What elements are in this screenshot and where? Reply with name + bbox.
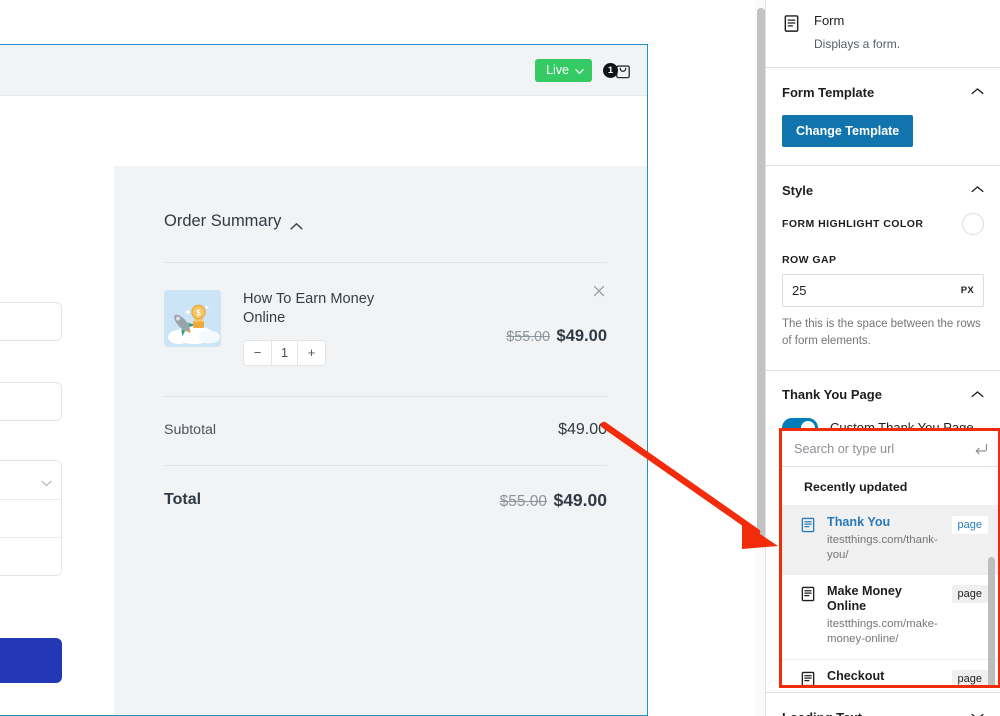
total-pricing: $55.00 $49.00 (500, 490, 607, 511)
cart-count-badge: 1 (603, 63, 618, 78)
chevron-up-icon[interactable] (971, 83, 984, 101)
cart-button[interactable]: 1 (603, 62, 631, 79)
quantity-increment-button[interactable]: + (298, 341, 325, 365)
block-inspector-sidebar: Form Displays a form. Form Template Chan… (765, 0, 1000, 716)
total-value: $49.00 (553, 490, 607, 510)
order-item-price: $49.00 (557, 327, 607, 345)
loading-text-title: Loading Text (782, 710, 862, 716)
block-info-title: Form (814, 12, 900, 30)
list-item-type-badge: page (952, 585, 988, 603)
row-gap-input[interactable] (792, 283, 919, 298)
total-old-value: $55.00 (500, 493, 547, 510)
loading-text-panel-header[interactable]: Loading Text (766, 693, 1000, 716)
row-gap-input-wrap[interactable]: PX (782, 274, 984, 307)
subtotal-row: Subtotal $49.00 (164, 397, 607, 439)
form-template-title: Form Template (782, 85, 874, 100)
loading-text-section: Loading Text (766, 692, 1000, 716)
total-label: Total (164, 491, 201, 509)
list-item[interactable]: Checkout itestthings.com/checkout/ page (782, 659, 998, 688)
enter-return-icon[interactable] (974, 442, 988, 456)
form-template-panel-header[interactable]: Form Template (766, 68, 1000, 115)
order-summary-header[interactable]: Order Summary (164, 212, 607, 231)
thank-you-page-title: Thank You Page (782, 387, 882, 402)
list-item-type-badge: page (952, 670, 988, 688)
page-document-icon (800, 671, 817, 688)
page-document-icon (800, 517, 817, 538)
page-document-icon (800, 586, 817, 607)
style-section: Style FORM HIGHLIGHT COLOR ROW GAP PX Th… (766, 166, 1000, 370)
checkout-form-column (0, 96, 113, 715)
block-info-description: Displays a form. (814, 36, 900, 53)
form-select-option-2[interactable] (0, 537, 61, 575)
thank-you-page-panel-header[interactable]: Thank You Page (766, 371, 1000, 418)
quantity-value[interactable]: 1 (271, 341, 298, 365)
list-item-title: Checkout (827, 669, 942, 684)
live-label: Live (546, 64, 569, 77)
screenshot-root: Live 1 (0, 0, 1000, 716)
live-status-button[interactable]: Live (535, 59, 592, 82)
chevron-up-icon[interactable] (290, 217, 303, 226)
list-item-url: itestthings.com/thank-you/ (827, 533, 942, 563)
form-select-option-1[interactable] (0, 499, 61, 537)
form-submit-button[interactable] (0, 638, 62, 683)
link-search-popover: Recently updated Thank You itestthings.c… (779, 428, 1000, 688)
form-select-dropdown[interactable] (0, 460, 62, 576)
list-item[interactable]: Thank You itestthings.com/thank-you/ pag… (782, 505, 998, 574)
chevron-down-icon (41, 474, 52, 481)
list-item-url: itestthings.com/make-money-online/ (827, 617, 942, 647)
chevron-down-icon (575, 65, 583, 73)
list-item[interactable]: Make Money Online itestthings.com/make-m… (782, 574, 998, 658)
quantity-stepper[interactable]: − 1 + (243, 340, 326, 366)
row-gap-label: ROW GAP (782, 254, 984, 266)
chevron-up-icon[interactable] (971, 386, 984, 404)
canvas-toolbar: Live 1 (0, 45, 647, 96)
form-block-icon (782, 14, 802, 52)
link-search-results-list: Thank You itestthings.com/thank-you/ pag… (782, 505, 998, 688)
style-panel-header[interactable]: Style (766, 166, 1000, 213)
row-gap-unit: PX (961, 285, 974, 296)
list-item-url: itestthings.com/checkout/ (827, 687, 942, 688)
quantity-decrement-button[interactable]: − (244, 341, 271, 365)
close-icon[interactable] (591, 283, 607, 299)
order-item-pricing: $55.00 $49.00 (457, 290, 607, 346)
svg-text:$: $ (196, 308, 201, 317)
order-item-title: How To Earn Money Online (243, 290, 418, 329)
list-item-title: Thank You (827, 515, 942, 530)
form-highlight-color-label: FORM HIGHLIGHT COLOR (782, 218, 923, 230)
form-template-section: Form Template Change Template (766, 68, 1000, 166)
editor-canvas-frame: Live 1 (0, 44, 648, 716)
row-gap-help-text: The this is the space between the rows o… (782, 316, 984, 349)
order-summary-title: Order Summary (164, 212, 281, 231)
order-summary-panel: Order Summary (114, 166, 647, 715)
link-search-results-heading: Recently updated (782, 467, 998, 505)
chevron-up-icon[interactable] (971, 181, 984, 199)
subtotal-label: Subtotal (164, 422, 216, 438)
link-search-input-row[interactable] (782, 431, 998, 467)
link-search-scrollbar[interactable] (988, 557, 995, 688)
chevron-down-icon[interactable] (971, 708, 984, 716)
block-info-section: Form Displays a form. (766, 0, 1000, 68)
form-field-1[interactable] (0, 302, 62, 341)
total-row: Total $55.00 $49.00 (164, 466, 607, 511)
order-item-details: How To Earn Money Online − 1 + (243, 290, 457, 366)
rocket-coin-illustration: $ (164, 290, 221, 347)
link-search-input[interactable] (794, 442, 974, 456)
order-item-old-price: $55.00 (506, 329, 550, 345)
order-line-item: $ How To Earn Money Online (164, 263, 607, 366)
form-highlight-color-row: FORM HIGHLIGHT COLOR (782, 213, 984, 235)
form-field-2[interactable] (0, 382, 62, 421)
style-title: Style (782, 183, 813, 198)
canvas-body: Order Summary (0, 96, 647, 715)
list-item-type-badge: page (952, 516, 988, 534)
form-highlight-color-swatch[interactable] (962, 213, 984, 235)
change-template-button[interactable]: Change Template (782, 115, 913, 147)
subtotal-value: $49.00 (558, 421, 607, 439)
sidebar-scrollbar-thumb[interactable] (757, 8, 765, 546)
list-item-title: Make Money Online (827, 584, 942, 614)
